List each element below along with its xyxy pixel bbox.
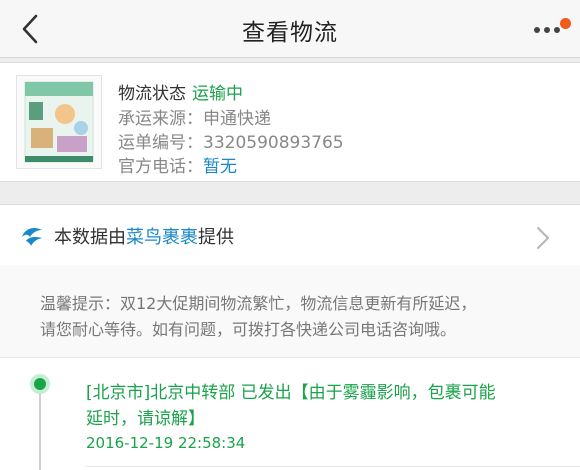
status-label: 物流状态 [118,84,186,104]
timeline-event-line-1: [北京市]北京中转部 已发出【由于雾霾影响，包裹可能 [86,383,496,403]
status-value: 运输中 [192,84,243,104]
product-image-icon [24,81,94,163]
provider-name[interactable]: 菜鸟裹裹 [126,227,198,248]
notification-badge [560,18,571,29]
provider-text: 本数据由菜鸟裹裹提供 [54,223,234,249]
timeline-current-dot-icon [30,374,50,394]
status-row: 物流状态 运输中 [118,79,243,104]
more-dot [544,27,550,33]
warm-tips: 温馨提示：双12大促期间物流繁忙，物流信息更新有所延迟， 请您耐心等待。如有问题… [0,265,580,358]
tracking-label: 运单编号： [118,133,203,153]
page-title: 查看物流 [242,20,338,46]
more-dots-icon [534,27,540,33]
timeline-line [39,388,41,470]
shipment-card[interactable]: 物流状态 运输中 承运来源：申通快递 运单编号：3320590893765 官方电… [0,62,580,182]
phone-value[interactable]: 暂无 [203,157,237,177]
nav-bar: 查看物流 [0,0,580,58]
timeline-event-time: 2016-12-19 22:58:34 [86,434,246,452]
product-thumbnail[interactable] [16,75,102,169]
tips-line-2: 请您耐心等待。如有问题，可拨打各快递公司电话咨询哦。 [40,320,457,339]
tips-line-1: 温馨提示：双12大促期间物流繁忙，物流信息更新有所延迟， [40,294,477,313]
carrier-label: 承运来源： [118,109,203,129]
tracking-row: 运单编号：3320590893765 [118,128,344,153]
timeline-divider [86,466,580,467]
chevron-right-icon [534,225,552,251]
timeline-dot-inner [34,378,46,390]
provider-suffix: 提供 [198,227,234,248]
more-dot [554,27,560,33]
phone-label: 官方电话： [118,157,203,177]
timeline-event-line-2: 延时，请谅解】 [86,409,205,429]
cainiao-logo-icon [20,225,44,247]
data-provider-row[interactable]: 本数据由菜鸟裹裹提供 [0,204,580,266]
phone-row: 官方电话：暂无 [118,152,237,177]
more-button[interactable] [532,18,572,40]
provider-prefix: 本数据由 [54,227,126,248]
tracking-timeline: [北京市]北京中转部 已发出【由于雾霾影响，包裹可能 延时，请谅解】 2016-… [0,358,580,470]
tracking-number: 3320590893765 [203,133,344,153]
carrier-value: 申通快递 [203,109,271,129]
carrier-row: 承运来源：申通快递 [118,104,271,129]
